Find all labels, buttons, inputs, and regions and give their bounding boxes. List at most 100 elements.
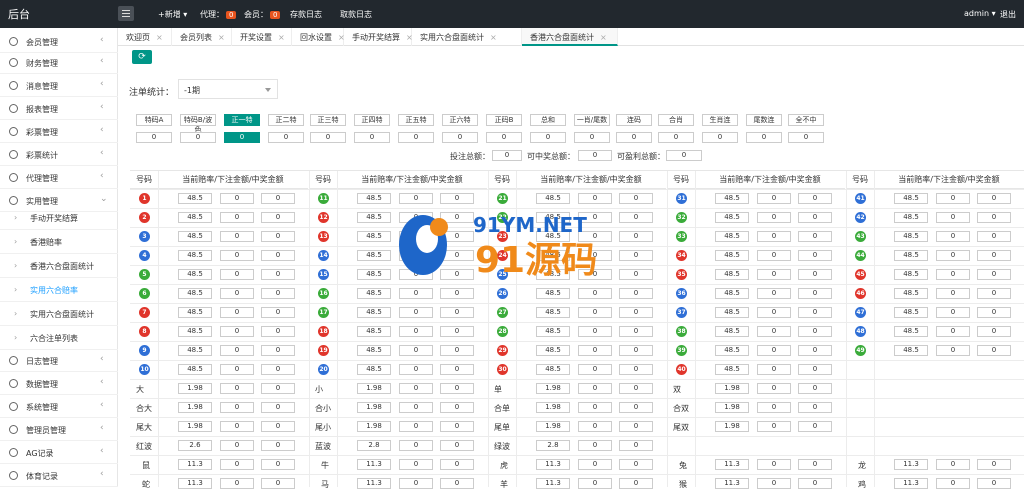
odds-input[interactable]: 11.3: [536, 459, 570, 470]
bet-amount-input[interactable]: 0: [399, 459, 433, 470]
bet-amount-input[interactable]: 0: [220, 288, 254, 299]
win-amount-input[interactable]: 0: [798, 402, 832, 413]
bet-amount-input[interactable]: 0: [220, 478, 254, 489]
win-amount-input[interactable]: 0: [798, 478, 832, 489]
odds-input[interactable]: 48.5: [894, 307, 928, 318]
win-amount-input[interactable]: 0: [977, 345, 1011, 356]
close-icon[interactable]: ×: [490, 33, 497, 42]
odds-input[interactable]: 11.3: [715, 478, 749, 489]
bet-type-button[interactable]: 正五特: [398, 114, 434, 126]
bet-amount-input[interactable]: 0: [757, 478, 791, 489]
win-amount-input[interactable]: 0: [798, 459, 832, 470]
odds-input[interactable]: 1.98: [715, 383, 749, 394]
bet-amount-input[interactable]: 0: [399, 383, 433, 394]
period-select[interactable]: -1期: [178, 79, 278, 99]
bet-amount-input[interactable]: 0: [757, 193, 791, 204]
close-icon[interactable]: ×: [218, 33, 225, 42]
win-amount-input[interactable]: 0: [798, 269, 832, 280]
win-amount-input[interactable]: 0: [261, 383, 295, 394]
sidebar-item[interactable]: 报表管理 ‹: [0, 98, 118, 120]
win-amount-input[interactable]: 0: [261, 193, 295, 204]
bet-type-button[interactable]: 一肖/尾数: [574, 114, 610, 126]
win-amount-input[interactable]: 0: [440, 288, 474, 299]
odds-input[interactable]: 48.5: [715, 212, 749, 223]
tab-4[interactable]: 手动开奖结算 ×: [344, 28, 413, 46]
win-amount-input[interactable]: 0: [261, 440, 295, 451]
win-amount-input[interactable]: 0: [977, 269, 1011, 280]
tab-3[interactable]: 回水设置 ×: [292, 28, 345, 46]
win-amount-input[interactable]: 0: [977, 326, 1011, 337]
odds-input[interactable]: 1.98: [715, 402, 749, 413]
win-amount-input[interactable]: 0: [261, 459, 295, 470]
bet-amount-input[interactable]: 0: [757, 421, 791, 432]
odds-input[interactable]: 48.5: [715, 288, 749, 299]
win-amount-input[interactable]: 0: [798, 326, 832, 337]
bet-amount-input[interactable]: 0: [757, 269, 791, 280]
win-amount-input[interactable]: 0: [440, 459, 474, 470]
bet-type-button[interactable]: 正一特: [224, 114, 260, 126]
bet-amount-input[interactable]: 0: [578, 478, 612, 489]
win-amount-input[interactable]: 0: [440, 440, 474, 451]
win-amount-input[interactable]: 0: [977, 478, 1011, 489]
odds-input[interactable]: 1.98: [357, 383, 391, 394]
win-amount-input[interactable]: 0: [261, 307, 295, 318]
win-amount-input[interactable]: 0: [440, 402, 474, 413]
win-amount-input[interactable]: 0: [798, 307, 832, 318]
win-amount-input[interactable]: 0: [261, 364, 295, 375]
win-amount-input[interactable]: 0: [261, 250, 295, 261]
bet-type-button[interactable]: 正三特: [310, 114, 346, 126]
win-amount-input[interactable]: 0: [798, 193, 832, 204]
win-amount-input[interactable]: 0: [619, 288, 653, 299]
win-amount-input[interactable]: 0: [798, 383, 832, 394]
bet-amount-input[interactable]: 0: [399, 364, 433, 375]
win-amount-input[interactable]: 0: [977, 307, 1011, 318]
win-amount-input[interactable]: 0: [798, 364, 832, 375]
odds-input[interactable]: 48.5: [894, 212, 928, 223]
bet-amount-input[interactable]: 0: [220, 250, 254, 261]
tab-0[interactable]: 欢迎页 ×: [118, 28, 172, 46]
odds-input[interactable]: 48.5: [178, 212, 212, 223]
win-amount-input[interactable]: 0: [977, 231, 1011, 242]
bet-amount-input[interactable]: 0: [578, 326, 612, 337]
odds-input[interactable]: 48.5: [894, 288, 928, 299]
bet-amount-input[interactable]: 0: [578, 364, 612, 375]
bet-amount-input[interactable]: 0: [399, 440, 433, 451]
bet-amount-input[interactable]: 0: [220, 459, 254, 470]
odds-input[interactable]: 48.5: [178, 307, 212, 318]
bet-amount-input[interactable]: 0: [399, 421, 433, 432]
win-amount-input[interactable]: 0: [619, 326, 653, 337]
sidebar-item[interactable]: 彩票统计 ‹: [0, 144, 118, 166]
odds-input[interactable]: 2.8: [357, 440, 391, 451]
odds-input[interactable]: 48.5: [178, 364, 212, 375]
odds-input[interactable]: 48.5: [536, 345, 570, 356]
close-icon[interactable]: ×: [600, 33, 607, 42]
menu-toggle-button[interactable]: [118, 6, 134, 21]
odds-input[interactable]: 1.98: [715, 421, 749, 432]
refresh-button[interactable]: ⟳: [132, 50, 152, 64]
win-amount-input[interactable]: 0: [619, 459, 653, 470]
win-amount-input[interactable]: 0: [977, 459, 1011, 470]
sidebar-subitem[interactable]: › 实用六合盘面统计: [0, 302, 118, 326]
bet-amount-input[interactable]: 0: [936, 345, 970, 356]
member-counter[interactable]: 会员： 0: [244, 9, 281, 20]
sidebar-subitem[interactable]: › 手动开奖结算: [0, 206, 118, 230]
odds-input[interactable]: 48.5: [178, 250, 212, 261]
odds-input[interactable]: 48.5: [894, 345, 928, 356]
win-amount-input[interactable]: 0: [440, 326, 474, 337]
tab-6[interactable]: 香港六合盘面统计 ×: [522, 28, 618, 46]
bet-amount-input[interactable]: 0: [757, 250, 791, 261]
odds-input[interactable]: 48.5: [715, 364, 749, 375]
odds-input[interactable]: 48.5: [178, 288, 212, 299]
odds-input[interactable]: 11.3: [357, 459, 391, 470]
win-amount-input[interactable]: 0: [619, 307, 653, 318]
win-amount-input[interactable]: 0: [798, 288, 832, 299]
tab-2[interactable]: 开奖设置 ×: [232, 28, 292, 46]
bet-amount-input[interactable]: 0: [578, 402, 612, 413]
odds-input[interactable]: 48.5: [715, 231, 749, 242]
withdraw-log-link[interactable]: 取款日志: [340, 9, 372, 20]
bet-amount-input[interactable]: 0: [220, 402, 254, 413]
win-amount-input[interactable]: 0: [619, 440, 653, 451]
bet-amount-input[interactable]: 0: [220, 421, 254, 432]
odds-input[interactable]: 11.3: [894, 459, 928, 470]
odds-input[interactable]: 48.5: [357, 326, 391, 337]
